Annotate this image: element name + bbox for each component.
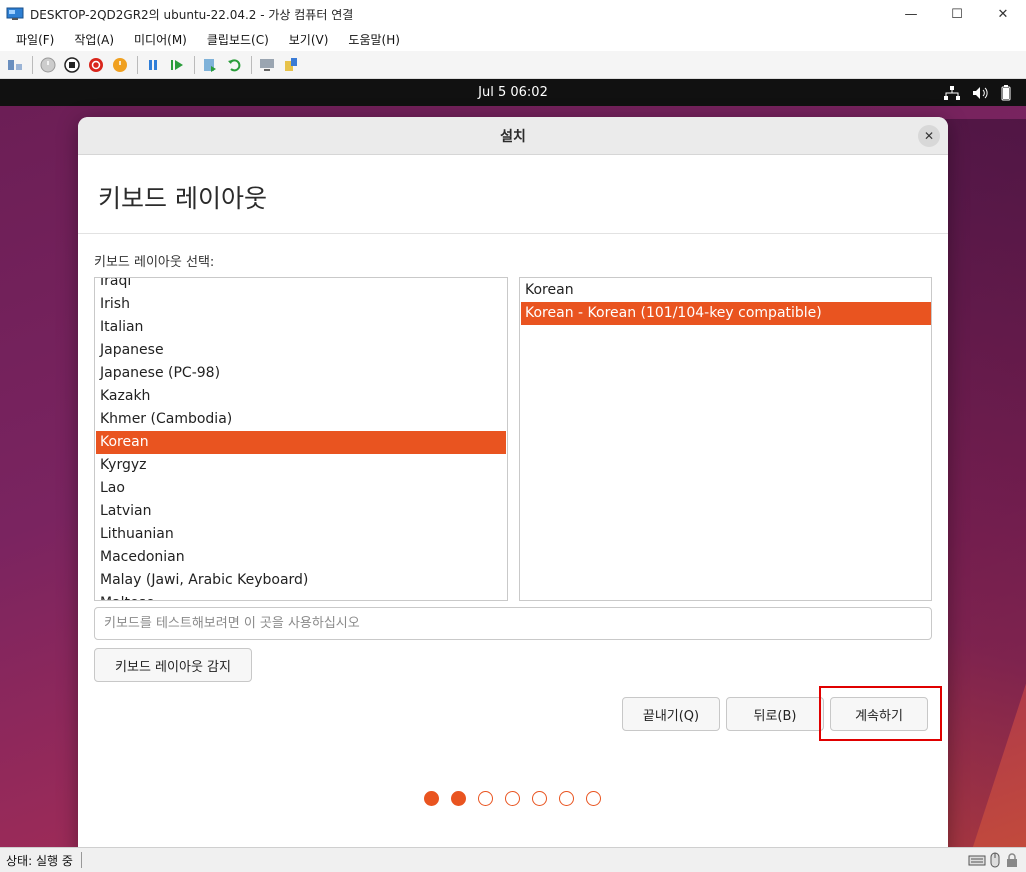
variant-list-item[interactable]: Korean <box>521 279 931 302</box>
share-icon[interactable] <box>280 54 302 76</box>
layout-list-item[interactable]: Khmer (Cambodia) <box>96 408 506 431</box>
progress-dot <box>532 791 547 806</box>
turn-off-icon[interactable] <box>61 54 83 76</box>
layout-list-item[interactable]: Lao <box>96 477 506 500</box>
layout-list-item[interactable]: Italian <box>96 316 506 339</box>
progress-dots <box>424 791 601 806</box>
dialog-title: 설치 <box>500 128 526 145</box>
clock[interactable]: Jul 5 06:02 <box>478 85 548 100</box>
progress-dot <box>451 791 466 806</box>
layout-list-item[interactable]: Macedonian <box>96 546 506 569</box>
installer-dialog: 설치 ✕ 키보드 레이아웃 키보드 레이아웃 선택: Iraqi Irish Ita… <box>78 117 948 847</box>
maximize-button[interactable]: ☐ <box>934 0 980 28</box>
layout-list-item[interactable]: Maltese <box>96 592 506 600</box>
divider <box>78 233 948 234</box>
checkpoint-icon[interactable] <box>199 54 221 76</box>
dialog-close-button[interactable]: ✕ <box>918 125 940 147</box>
layout-select-label: 키보드 레이아웃 선택: <box>94 255 215 270</box>
mouse-icon <box>990 852 1000 868</box>
shutdown-icon[interactable] <box>85 54 107 76</box>
menu-view[interactable]: 보기(V) <box>281 31 337 48</box>
layout-list-item[interactable]: Irish <box>96 293 506 316</box>
ubuntu-top-bar: Jul 5 06:02 <box>0 79 1026 106</box>
layout-list-item[interactable]: Lithuanian <box>96 523 506 546</box>
layout-list-item[interactable]: Iraqi <box>96 278 506 293</box>
layout-list[interactable]: Iraqi Irish Italian Japanese Japanese (PC-98… <box>94 277 508 601</box>
status-icons <box>968 852 1020 868</box>
volume-icon <box>973 86 988 99</box>
close-icon: ✕ <box>923 129 935 143</box>
toolbar-separator <box>251 55 252 74</box>
status-separator <box>80 852 82 868</box>
highlight-box <box>819 686 942 741</box>
menu-bar: 파일(F) 작업(A) 미디어(M) 클립보드(C) 보기(V) 도움말(H) <box>0 28 1026 51</box>
battery-icon <box>1001 84 1011 100</box>
layout-list-item[interactable]: Malay (Jawi, Arabic Keyboard) <box>96 569 506 592</box>
layout-list-item[interactable]: Japanese <box>96 339 506 362</box>
start-icon[interactable] <box>37 54 59 76</box>
back-button[interactable]: 뒤로(B) <box>726 697 824 731</box>
close-window-button[interactable]: ✕ <box>980 0 1026 28</box>
pause-icon[interactable] <box>142 54 164 76</box>
resume-icon[interactable] <box>166 54 188 76</box>
progress-dot <box>586 791 601 806</box>
menu-file[interactable]: 파일(F) <box>8 31 62 48</box>
keyboard-icon <box>968 855 986 866</box>
layout-list-item[interactable]: Japanese (PC-98) <box>96 362 506 385</box>
layout-list-item[interactable]: Korean <box>96 431 506 454</box>
layout-list-item[interactable]: Latvian <box>96 500 506 523</box>
toolbar-separator <box>137 55 138 74</box>
system-tray[interactable] <box>944 79 1012 106</box>
variant-list[interactable]: Korean Korean - Korean (101/104-key compa… <box>519 277 932 601</box>
window-controls: — ☐ ✕ <box>888 0 1026 28</box>
guest-desktop: Jul 5 06:02 설치 ✕ 키보드 레이아웃 키보드 레이아웃 선택: I <box>0 79 1026 847</box>
variant-list-item[interactable]: Korean - Korean (101/104-key compatible) <box>521 302 931 325</box>
save-icon[interactable] <box>109 54 131 76</box>
window-titlebar: DESKTOP-2QD2GR2의 ubuntu-22.04.2 - 가상 컴퓨터… <box>0 0 1026 28</box>
progress-dot <box>478 791 493 806</box>
minimize-button[interactable]: — <box>888 0 934 28</box>
enhanced-session-icon[interactable] <box>256 54 278 76</box>
network-icon <box>944 85 960 100</box>
page-title: 키보드 레이아웃 <box>98 184 267 213</box>
ctrl-alt-del-icon[interactable] <box>4 54 26 76</box>
progress-dot <box>559 791 574 806</box>
layout-list-item[interactable]: Kyrgyz <box>96 454 506 477</box>
menu-action[interactable]: 작업(A) <box>66 31 122 48</box>
progress-dot <box>424 791 439 806</box>
status-text: 상태: 실행 중 <box>6 853 73 868</box>
dialog-header: 설치 ✕ <box>78 117 948 155</box>
lock-icon <box>1007 853 1017 867</box>
quit-button[interactable]: 끝내기(Q) <box>622 697 720 731</box>
menu-media[interactable]: 미디어(M) <box>126 31 195 48</box>
menu-help[interactable]: 도움말(H) <box>340 31 408 48</box>
revert-icon[interactable] <box>223 54 245 76</box>
toolbar <box>0 51 1026 79</box>
vm-connection-window: DESKTOP-2QD2GR2의 ubuntu-22.04.2 - 가상 컴퓨터… <box>0 0 1026 872</box>
status-bar: 상태: 실행 중 <box>0 847 1026 872</box>
window-title: DESKTOP-2QD2GR2의 ubuntu-22.04.2 - 가상 컴퓨터… <box>30 7 354 22</box>
vm-connect-icon <box>6 7 24 20</box>
keyboard-test-input[interactable] <box>94 607 932 640</box>
dialog-body: 키보드 레이아웃 키보드 레이아웃 선택: Iraqi Irish Italian J… <box>78 155 948 847</box>
detect-layout-button[interactable]: 키보드 레이아웃 감지 <box>94 648 252 682</box>
progress-dot <box>505 791 520 806</box>
menu-clipboard[interactable]: 클립보드(C) <box>199 31 277 48</box>
toolbar-separator <box>32 55 33 74</box>
layout-list-item[interactable]: Kazakh <box>96 385 506 408</box>
toolbar-separator <box>194 55 195 74</box>
